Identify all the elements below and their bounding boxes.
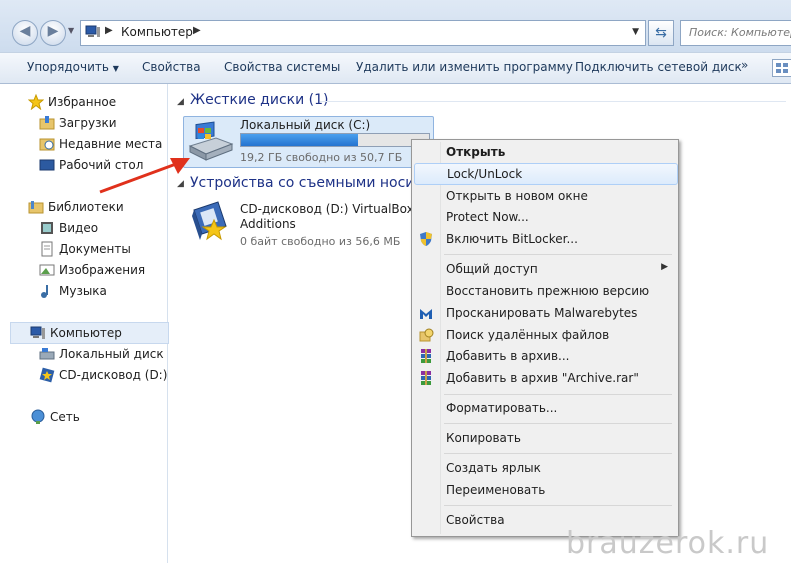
- change-view-button[interactable]: [772, 59, 791, 77]
- view-icon: [776, 63, 788, 73]
- computer-icon: [30, 326, 45, 339]
- menu-item-open[interactable]: Открыть: [414, 142, 676, 162]
- virtualbox-cd-icon[interactable]: [188, 198, 232, 244]
- address-dropdown-icon[interactable]: ▼: [632, 27, 639, 37]
- menu-item-share[interactable]: Общий доступ ▶: [414, 259, 676, 279]
- menu-item-protect-now[interactable]: Protect Now...: [414, 207, 676, 227]
- forward-arrow-icon: ▶: [47, 23, 59, 39]
- menu-separator: [444, 423, 672, 424]
- virtualbox-cd-icon: [39, 367, 55, 383]
- system-properties-button[interactable]: Свойства системы: [224, 60, 340, 74]
- group-divider: [320, 101, 786, 102]
- menu-item-create-shortcut[interactable]: Создать ярлык: [414, 458, 676, 478]
- menu-item-lock-unlock[interactable]: Lock/UnLock: [414, 163, 678, 185]
- menu-item-malwarebytes[interactable]: Просканировать Malwarebytes: [414, 303, 676, 323]
- recent-pages-dropdown-icon[interactable]: ▼: [68, 26, 74, 35]
- desktop-icon: [39, 159, 55, 171]
- forward-button[interactable]: ▶: [40, 20, 66, 46]
- back-button[interactable]: ◀: [12, 20, 38, 46]
- annotation-arrow-icon: [99, 158, 190, 194]
- chevron-down-icon: ▼: [112, 64, 119, 73]
- nav-network[interactable]: Сеть: [30, 408, 167, 426]
- search-placeholder: Поиск: Компьютер: [689, 26, 791, 39]
- video-library-icon: [41, 222, 53, 234]
- nav-images[interactable]: Изображения: [39, 261, 167, 279]
- uac-shield-icon: [420, 232, 432, 246]
- more-commands-button[interactable]: »: [741, 58, 748, 72]
- images-library-icon: [39, 264, 55, 276]
- menu-item-add-archive[interactable]: Добавить в архив...: [414, 346, 676, 366]
- submenu-arrow-icon: ▶: [661, 262, 668, 272]
- star-icon: [28, 94, 44, 110]
- menu-item-add-archive-rar[interactable]: Добавить в архив "Archive.rar": [414, 368, 676, 388]
- menu-item-restore-previous[interactable]: Восстановить прежнюю версию: [414, 281, 676, 301]
- drive-c-usage-bar: [240, 133, 430, 147]
- nav-libraries[interactable]: Библиотеки: [28, 198, 167, 216]
- nav-cd-drive[interactable]: CD-дисковод (D:) Vi: [39, 366, 167, 384]
- menu-item-open-new-window[interactable]: Открыть в новом окне: [414, 186, 676, 206]
- computer-icon: [85, 25, 100, 37]
- winrar-icon: [421, 371, 431, 385]
- nav-documents[interactable]: Документы: [39, 240, 167, 258]
- drive-c-free-space: 19,2 ГБ свободно из 50,7 ГБ: [240, 151, 403, 164]
- network-icon: [31, 409, 45, 424]
- menu-item-rename[interactable]: Переименовать: [414, 480, 676, 500]
- malwarebytes-icon: [420, 309, 432, 319]
- address-bar-area: ◀ ▶ ▼ ▶ Компьютер ▶ ▼ ⇆ Поиск: Компьютер: [0, 0, 791, 52]
- downloads-folder-icon: [39, 116, 55, 130]
- nav-favorites[interactable]: Избранное: [28, 93, 167, 111]
- recovery-icon: [419, 328, 434, 342]
- uninstall-program-button[interactable]: Удалить или изменить программу: [356, 60, 573, 74]
- drive-c-usage-fill: [241, 134, 358, 146]
- cd-drive-name-line2: Additions: [240, 217, 296, 231]
- map-network-drive-button[interactable]: Подключить сетевой диск: [575, 60, 742, 74]
- menu-item-bitlocker[interactable]: Включить BitLocker...: [414, 229, 676, 249]
- menu-separator: [444, 394, 672, 395]
- refresh-icon: ⇆: [655, 25, 667, 41]
- search-input[interactable]: Поиск: Компьютер: [680, 20, 791, 46]
- address-field[interactable]: ▶ Компьютер ▶ ▼: [80, 20, 646, 46]
- menu-separator: [444, 505, 672, 506]
- nav-video[interactable]: Видео: [39, 219, 167, 237]
- breadcrumb-computer[interactable]: Компьютер: [121, 25, 193, 39]
- nav-local-disk[interactable]: Локальный диск (C: [39, 345, 167, 363]
- refresh-button[interactable]: ⇆: [648, 20, 674, 46]
- nav-downloads[interactable]: Загрузки: [39, 114, 167, 132]
- hard-disk-icon: [39, 348, 55, 360]
- context-menu: Открыть Lock/UnLock Открыть в новом окне…: [411, 139, 679, 537]
- hard-disks-group-header[interactable]: Жесткие диски (1): [190, 92, 328, 108]
- winrar-icon: [421, 349, 431, 363]
- back-arrow-icon: ◀: [19, 23, 31, 39]
- collapse-arrow-icon[interactable]: ◢: [177, 97, 184, 107]
- properties-button[interactable]: Свойства: [142, 60, 201, 74]
- breadcrumb-separator-icon[interactable]: ▶: [193, 25, 201, 36]
- cd-drive-free-space: 0 байт свободно из 56,6 МБ: [240, 235, 401, 248]
- nav-music[interactable]: Музыка: [39, 282, 167, 300]
- breadcrumb-separator-icon[interactable]: ▶: [105, 25, 113, 36]
- drive-c-name: Локальный диск (C:): [240, 118, 371, 132]
- nav-computer[interactable]: Компьютер: [30, 324, 167, 342]
- libraries-icon: [28, 201, 44, 214]
- recent-places-icon: [39, 138, 55, 151]
- menu-item-copy[interactable]: Копировать: [414, 428, 676, 448]
- documents-library-icon: [41, 241, 53, 257]
- removable-group-header[interactable]: Устройства со съемными носит: [190, 175, 423, 191]
- menu-item-search-deleted[interactable]: Поиск удалённых файлов: [414, 325, 676, 345]
- music-library-icon: [41, 285, 48, 298]
- menu-separator: [444, 254, 672, 255]
- watermark-text: brauzerok.ru: [566, 526, 770, 561]
- command-bar: Упорядочить ▼ Свойства Свойства системы …: [0, 52, 791, 84]
- menu-item-format[interactable]: Форматировать...: [414, 398, 676, 418]
- menu-separator: [444, 453, 672, 454]
- organize-button[interactable]: Упорядочить ▼: [27, 60, 119, 74]
